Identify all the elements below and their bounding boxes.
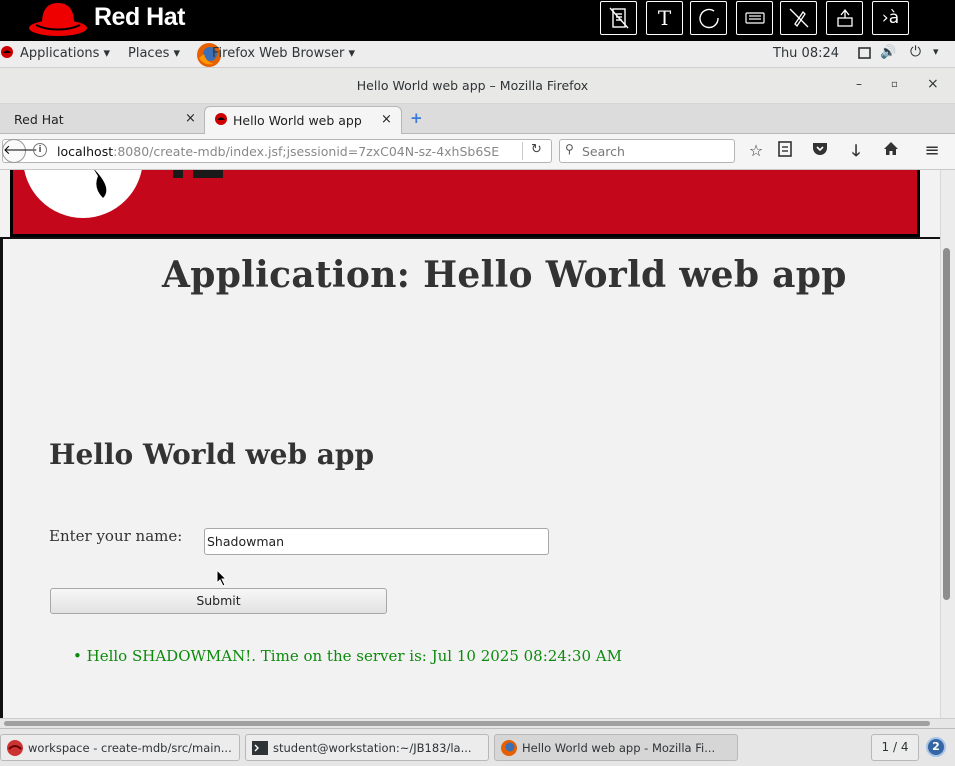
language-label: ›à bbox=[881, 8, 900, 28]
tab-red-hat[interactable]: Red Hat × bbox=[0, 106, 200, 134]
new-tab-icon[interactable]: + bbox=[410, 109, 423, 127]
navigation-toolbar: 🡐 i localhost:8080/create-mdb/index.jsf;… bbox=[0, 134, 955, 170]
close-window-button[interactable]: × bbox=[927, 76, 939, 92]
screen-icon[interactable] bbox=[858, 47, 871, 64]
brand-name: Red Hat bbox=[94, 3, 185, 31]
redhat-header-banner bbox=[10, 170, 920, 237]
volume-icon[interactable]: 🔊 bbox=[880, 45, 896, 60]
url-path: :8080/create-mdb/index.jsf;jsessionid=7z… bbox=[113, 144, 500, 159]
url-host: localhost bbox=[57, 144, 114, 159]
download-icon[interactable]: 🡓 bbox=[846, 141, 866, 161]
no-pen-button[interactable] bbox=[780, 1, 817, 35]
redhat-favicon-icon bbox=[214, 112, 228, 129]
search-box[interactable]: ⚲ Search bbox=[559, 139, 735, 163]
tab-hello-world[interactable]: Hello World web app × bbox=[204, 106, 402, 134]
tab-label: Red Hat bbox=[14, 112, 64, 127]
submit-button[interactable]: Submit bbox=[50, 588, 387, 614]
url-divider bbox=[522, 142, 523, 160]
task-label: student@workstation:~/JB183/la... bbox=[273, 741, 472, 755]
redhat-small-icon bbox=[0, 45, 14, 63]
url-bar[interactable]: 🡐 i localhost:8080/create-mdb/index.jsf;… bbox=[2, 139, 552, 163]
places-menu[interactable]: Places ▾ bbox=[128, 46, 180, 61]
maximize-button[interactable]: ▫ bbox=[891, 79, 898, 90]
no-pen-icon bbox=[789, 8, 808, 28]
application-title: Application: Hello World web app bbox=[162, 254, 847, 296]
horizontal-scrollbar-thumb[interactable] bbox=[4, 721, 930, 726]
task-workspace[interactable]: workspace - create-mdb/src/main... bbox=[0, 734, 240, 761]
search-icon: ⚲ bbox=[565, 142, 574, 156]
notes-icon bbox=[608, 7, 629, 29]
firefox-menu[interactable]: Firefox Web Browser ▾ bbox=[212, 46, 355, 61]
url-text: localhost:8080/create-mdb/index.jsf;jses… bbox=[57, 144, 499, 159]
text-icon: T bbox=[657, 6, 672, 30]
bullet-icon: • bbox=[73, 647, 87, 665]
task-terminal[interactable]: student@workstation:~/JB183/la... bbox=[245, 734, 489, 761]
pocket-icon[interactable] bbox=[810, 141, 830, 161]
keyboard-button[interactable] bbox=[736, 1, 773, 35]
circle-icon bbox=[698, 8, 719, 29]
hamburger-menu-icon[interactable]: ≡ bbox=[922, 141, 942, 161]
name-input[interactable]: Shadowman bbox=[204, 528, 549, 555]
horizontal-scrollbar[interactable] bbox=[0, 718, 955, 728]
vertical-scrollbar-thumb[interactable] bbox=[943, 248, 950, 600]
system-menu-arrow-icon[interactable]: ▾ bbox=[933, 45, 939, 58]
top-banner: Red Hat T ›à bbox=[0, 0, 955, 41]
circle-button[interactable] bbox=[690, 1, 727, 35]
greeting-text: Hello SHADOWMAN!. Time on the server is:… bbox=[86, 647, 622, 665]
app-heading: Hello World web app bbox=[49, 438, 375, 471]
notes-button[interactable] bbox=[600, 1, 637, 35]
page-viewport: Application: Hello World web app Hello W… bbox=[0, 170, 940, 718]
tab-close-icon[interactable]: × bbox=[185, 111, 196, 126]
red-hat-logo-icon bbox=[29, 3, 87, 36]
language-button[interactable]: ›à bbox=[872, 1, 909, 35]
redhat-banner-logo-icon bbox=[24, 170, 223, 218]
workspace-pager[interactable]: 1 / 4 bbox=[871, 734, 919, 761]
power-icon[interactable]: ⏻ bbox=[910, 44, 921, 60]
eject-icon bbox=[836, 8, 853, 27]
name-label: Enter your name: bbox=[49, 527, 183, 545]
eject-button[interactable] bbox=[826, 1, 863, 35]
search-placeholder: Search bbox=[582, 144, 625, 159]
taskbar: workspace - create-mdb/src/main... stude… bbox=[0, 728, 955, 766]
task-label: Hello World web app - Mozilla Fi... bbox=[522, 741, 716, 755]
clock[interactable]: Thu 08:24 bbox=[773, 46, 839, 61]
tab-label: Hello World web app bbox=[233, 113, 362, 128]
eclipse-icon bbox=[7, 740, 23, 756]
bookmark-star-icon[interactable]: ☆ bbox=[746, 141, 766, 161]
task-label: workspace - create-mdb/src/main... bbox=[28, 741, 232, 755]
tab-bar: Red Hat × Hello World web app × + bbox=[0, 104, 955, 134]
gnome-top-bar: Applications ▾ Places ▾ Firefox Web Brow… bbox=[0, 41, 955, 68]
reload-icon[interactable]: ↻ bbox=[531, 142, 542, 157]
greeting-message: • Hello SHADOWMAN!. Time on the server i… bbox=[73, 647, 622, 665]
tab-close-icon[interactable]: × bbox=[381, 112, 392, 127]
mouse-cursor-icon bbox=[216, 569, 228, 587]
task-firefox[interactable]: Hello World web app - Mozilla Fi... bbox=[494, 734, 738, 761]
applications-menu[interactable]: Applications ▾ bbox=[20, 46, 110, 61]
keyboard-icon bbox=[744, 12, 765, 24]
window-title: Hello World web app – Mozilla Firefox bbox=[356, 78, 589, 93]
home-icon[interactable] bbox=[881, 141, 901, 161]
terminal-icon bbox=[252, 741, 268, 755]
notification-badge[interactable]: 2 bbox=[926, 737, 946, 757]
window-titlebar: Hello World web app – Mozilla Firefox – … bbox=[0, 68, 955, 104]
page-body-frame bbox=[0, 237, 940, 718]
back-arrow-icon[interactable]: 🡐 bbox=[2, 139, 38, 163]
firefox-icon bbox=[501, 740, 517, 756]
reading-list-icon[interactable] bbox=[775, 141, 795, 161]
text-button[interactable]: T bbox=[646, 1, 683, 35]
info-icon[interactable]: i bbox=[33, 143, 47, 157]
minimize-button[interactable]: – bbox=[856, 77, 862, 91]
